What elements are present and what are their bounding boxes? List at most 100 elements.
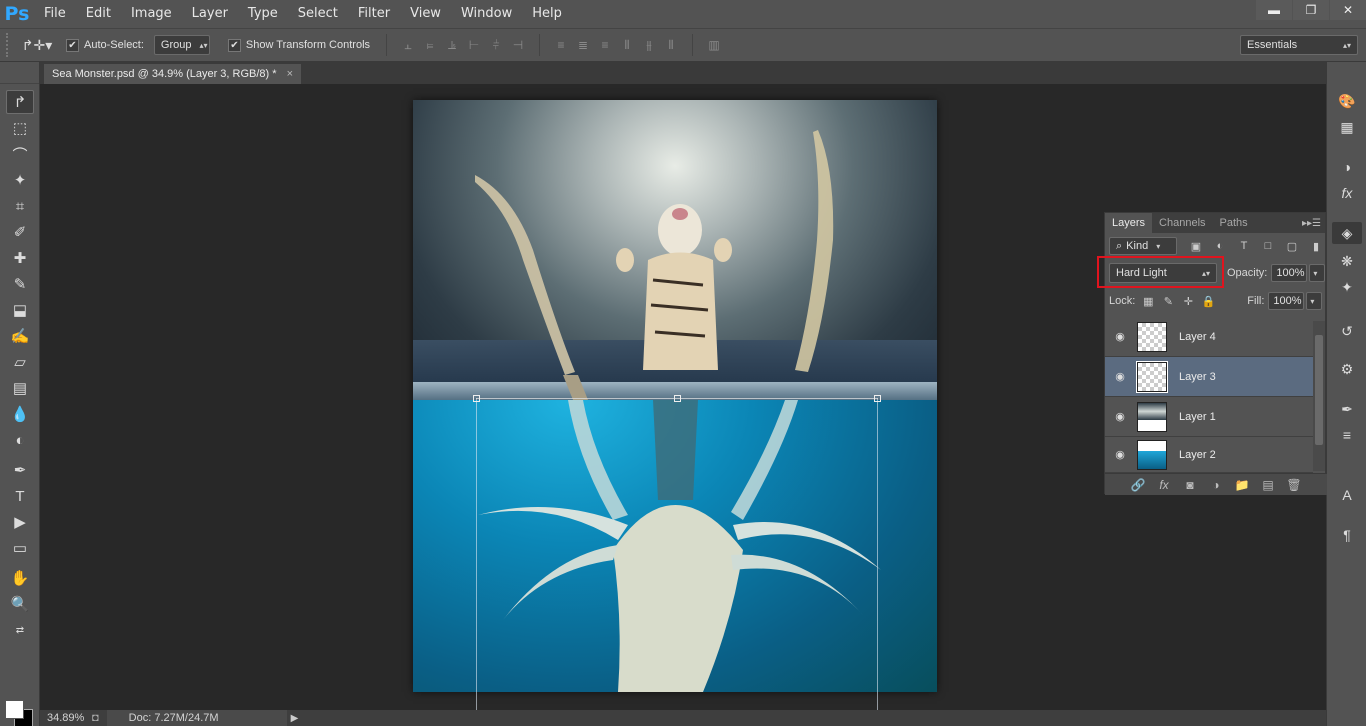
layer-row[interactable]: ◉ Layer 4 xyxy=(1105,317,1313,357)
workspace-dropdown[interactable]: Essentials ▴▾ xyxy=(1240,35,1358,55)
history-brush-tool-icon[interactable]: ✍ xyxy=(6,324,34,348)
eraser-tool-icon[interactable]: ▱ xyxy=(6,350,34,374)
link-layers-icon[interactable]: 🔗 xyxy=(1125,478,1151,492)
menu-window[interactable]: Window xyxy=(451,0,522,28)
type-tool-icon[interactable]: T xyxy=(6,484,34,508)
add-mask-icon[interactable]: ◙ xyxy=(1177,478,1203,492)
align-left-icon[interactable]: ⊢ xyxy=(463,35,485,55)
options-grip[interactable] xyxy=(6,33,12,57)
menu-layer[interactable]: Layer xyxy=(182,0,238,28)
adjustment-filter-icon[interactable]: ◐ xyxy=(1211,238,1229,254)
lock-all-icon[interactable]: 🔒 xyxy=(1199,293,1217,309)
transform-handle-top-center[interactable] xyxy=(674,395,681,402)
layer-thumbnail[interactable] xyxy=(1137,401,1167,432)
layer-thumbnail[interactable] xyxy=(1136,360,1168,393)
status-info-icon[interactable]: ◘ xyxy=(92,712,99,724)
swap-colors-icon[interactable]: ⇄ xyxy=(6,618,34,642)
zoom-tool-icon[interactable]: 🔍 xyxy=(6,592,34,616)
close-button[interactable]: ✕ xyxy=(1330,0,1366,20)
move-tool-preset-icon[interactable]: ↱✛▾ xyxy=(20,33,54,57)
menu-edit[interactable]: Edit xyxy=(76,0,121,28)
menu-help[interactable]: Help xyxy=(522,0,572,28)
restore-button[interactable]: ❐ xyxy=(1293,0,1329,20)
menu-select[interactable]: Select xyxy=(288,0,348,28)
distribute-bottom-icon[interactable]: ≡ xyxy=(594,35,616,55)
new-layer-icon[interactable]: ▤ xyxy=(1255,478,1281,492)
layer-row[interactable]: ◉ Layer 2 xyxy=(1105,437,1313,473)
transform-handle-top-left[interactable] xyxy=(473,395,480,402)
layers-panel-icon[interactable]: ◈ xyxy=(1332,222,1362,244)
document-canvas[interactable] xyxy=(413,100,937,692)
close-tab-icon[interactable]: × xyxy=(287,68,293,80)
channels-panel-icon[interactable]: ❋ xyxy=(1336,250,1358,272)
healing-brush-tool-icon[interactable]: ✚ xyxy=(6,246,34,270)
layer-row-selected[interactable]: ◉ Layer 3 xyxy=(1105,357,1313,397)
visibility-eye-icon[interactable]: ◉ xyxy=(1105,330,1135,343)
distribute-left-icon[interactable]: ⫴ xyxy=(616,35,638,55)
tab-paths[interactable]: Paths xyxy=(1213,213,1255,233)
brush-panel-icon[interactable]: ✒ xyxy=(1336,398,1358,420)
fill-field[interactable]: 100% xyxy=(1268,292,1305,310)
layer-thumbnail[interactable] xyxy=(1137,439,1167,470)
tab-channels[interactable]: Channels xyxy=(1152,213,1212,233)
align-bottom-icon[interactable]: ⫡ xyxy=(441,35,463,55)
distribute-horizontal-center-icon[interactable]: ⫵ xyxy=(638,35,660,55)
lasso-tool-icon[interactable]: ⌒ xyxy=(6,142,34,166)
align-right-icon[interactable]: ⊣ xyxy=(507,35,529,55)
dodge-tool-icon[interactable]: ◐ xyxy=(6,428,34,452)
tab-layers[interactable]: Layers xyxy=(1105,213,1153,233)
show-transform-checkbox[interactable]: ✔ xyxy=(227,38,241,52)
lock-image-icon[interactable]: ✎ xyxy=(1159,293,1177,309)
shape-filter-icon[interactable]: □ xyxy=(1259,238,1277,254)
gradient-tool-icon[interactable]: ▤ xyxy=(6,376,34,400)
quick-mask-mode-icon[interactable] xyxy=(6,672,34,696)
foreground-color-swatch[interactable] xyxy=(5,700,24,719)
crop-tool-icon[interactable]: ⌗ xyxy=(6,194,34,218)
align-vertical-center-icon[interactable]: ⫢ xyxy=(419,35,441,55)
delete-layer-icon[interactable]: 🗑 xyxy=(1281,478,1307,492)
lock-position-icon[interactable]: ✛ xyxy=(1179,293,1197,309)
rectangle-tool-icon[interactable]: ▭ xyxy=(6,536,34,560)
filter-toggle-icon[interactable]: ▮ xyxy=(1307,238,1325,254)
align-top-icon[interactable]: ⫠ xyxy=(397,35,419,55)
layers-scrollbar[interactable] xyxy=(1313,321,1325,471)
paragraph-panel-icon[interactable]: ¶ xyxy=(1336,524,1358,546)
auto-select-dropdown[interactable]: Group ▴▾ xyxy=(153,35,210,55)
marquee-tool-icon[interactable]: ⬚ xyxy=(6,116,34,140)
filter-kind-dropdown[interactable]: ⌕ Kind ▾ xyxy=(1109,237,1177,255)
new-group-icon[interactable]: 📁 xyxy=(1229,478,1255,492)
properties-panel-icon[interactable]: ⚙ xyxy=(1336,358,1358,380)
transform-handle-top-right[interactable] xyxy=(874,395,881,402)
hand-tool-icon[interactable]: ✋ xyxy=(6,566,34,590)
menu-file[interactable]: File xyxy=(34,0,76,28)
new-adjustment-layer-icon[interactable]: ◑ xyxy=(1203,478,1229,492)
styles-panel-icon[interactable]: fx xyxy=(1336,182,1358,204)
brush-presets-panel-icon[interactable]: ≡ xyxy=(1336,424,1358,446)
color-panel-icon[interactable]: 🎨 xyxy=(1336,90,1358,112)
distribute-vertical-center-icon[interactable]: ≣ xyxy=(572,35,594,55)
brush-tool-icon[interactable]: ✎ xyxy=(6,272,34,296)
blur-tool-icon[interactable]: 💧 xyxy=(6,402,34,426)
layer-thumbnail[interactable] xyxy=(1137,321,1167,352)
opacity-field[interactable]: 100% xyxy=(1271,264,1308,282)
magic-wand-tool-icon[interactable]: ✦ xyxy=(6,168,34,192)
fill-slider-button[interactable]: ▾ xyxy=(1306,292,1323,310)
align-horizontal-center-icon[interactable]: ⫩ xyxy=(485,35,507,55)
opacity-slider-button[interactable]: ▾ xyxy=(1309,264,1326,282)
zoom-level[interactable]: 34.89% xyxy=(40,712,92,724)
visibility-eye-icon[interactable]: ◉ xyxy=(1105,370,1135,383)
distribute-top-icon[interactable]: ≡ xyxy=(550,35,572,55)
layers-scrollbar-thumb[interactable] xyxy=(1315,335,1323,445)
eyedropper-tool-icon[interactable]: ✐ xyxy=(6,220,34,244)
adjustments-panel-icon[interactable]: ◑ xyxy=(1336,156,1358,178)
layer-row[interactable]: ◉ Layer 1 xyxy=(1105,397,1313,437)
tools-panel-header[interactable] xyxy=(0,62,39,84)
clone-stamp-tool-icon[interactable]: ⬓ xyxy=(6,298,34,322)
smart-object-filter-icon[interactable]: ▢ xyxy=(1283,238,1301,254)
history-panel-icon[interactable]: ↺ xyxy=(1336,320,1358,342)
layer-style-icon[interactable]: fx xyxy=(1151,478,1177,492)
lock-transparent-icon[interactable]: ▦ xyxy=(1139,293,1157,309)
visibility-eye-icon[interactable]: ◉ xyxy=(1105,448,1135,461)
status-menu-arrow-icon[interactable]: ▶ xyxy=(291,713,299,724)
pen-tool-icon[interactable]: ✒ xyxy=(6,458,34,482)
